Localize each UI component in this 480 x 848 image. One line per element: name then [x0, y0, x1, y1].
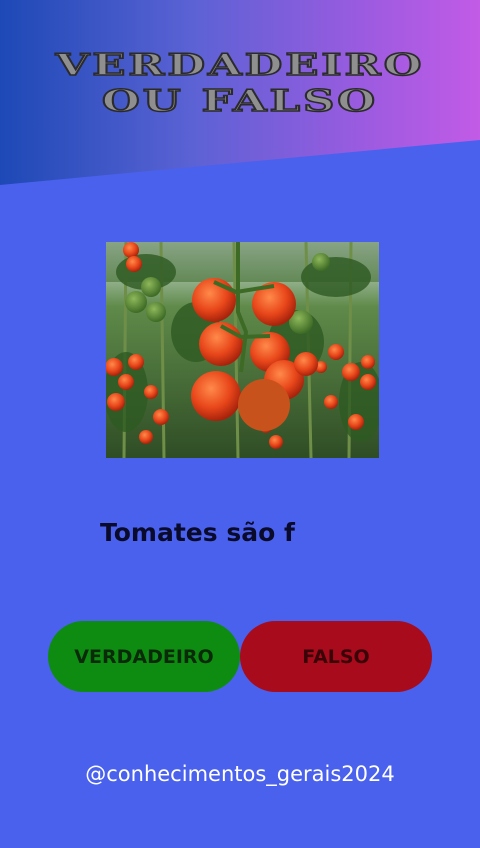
true-button-label: VERDADEIRO — [74, 645, 214, 668]
title-line-1: VERDADEIRO — [54, 47, 425, 84]
social-handle: @conhecimentos_gerais2024 — [85, 762, 395, 786]
title-line-2: OU FALSO — [101, 83, 379, 120]
tomato-photo — [106, 242, 379, 458]
true-button[interactable]: VERDADEIRO — [48, 621, 240, 692]
false-button[interactable]: FALSO — [240, 621, 432, 692]
question-text: Tomates são f — [100, 518, 295, 547]
false-button-label: FALSO — [302, 645, 370, 668]
